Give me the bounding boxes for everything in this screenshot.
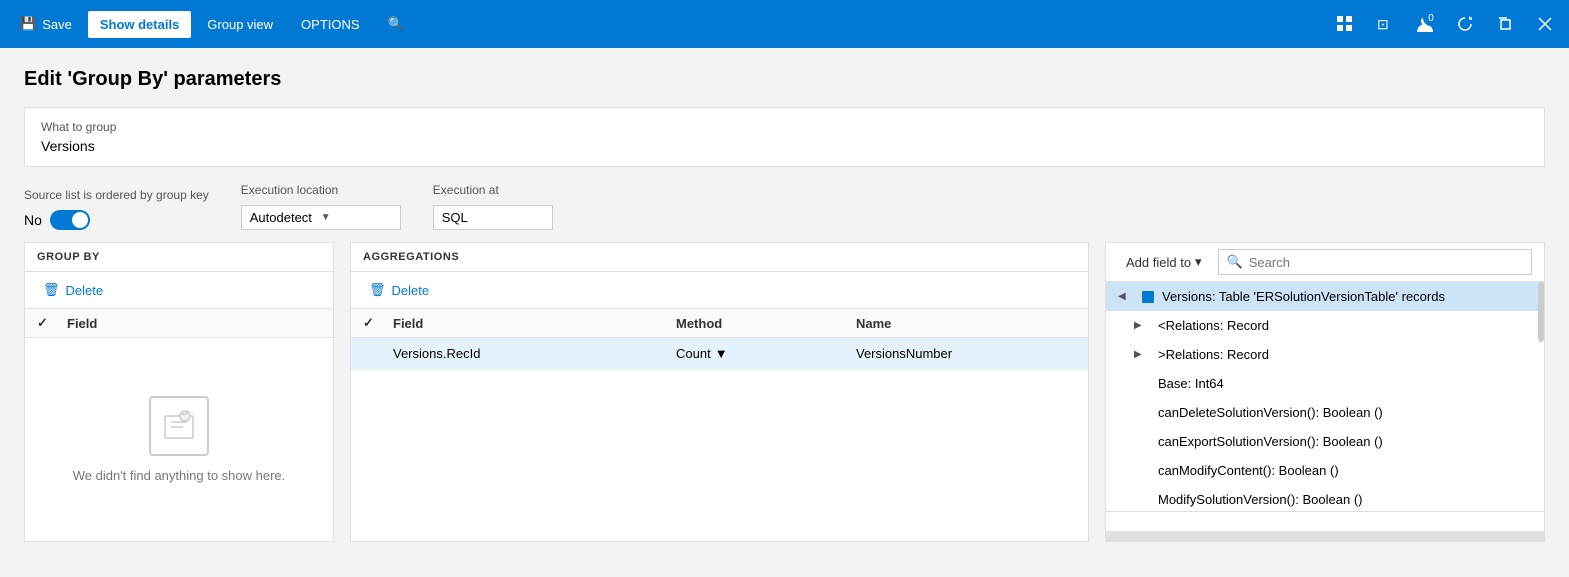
config-row: Source list is ordered by group key No E… <box>24 183 1545 230</box>
field-col-header: Field <box>67 316 321 331</box>
field-relations-lt-label: <Relations: Record <box>1158 318 1532 333</box>
expand-icon-2: ▶ <box>1134 349 1150 360</box>
field-canmodify-label: canModifyContent(): Boolean () <box>1158 463 1532 478</box>
field-list: ◀ Versions: Table 'ERSolutionVersionTabl… <box>1106 282 1544 512</box>
agg-name-col-header: Name <box>856 316 1076 331</box>
aggregations-col-headers: ✓ Field Method Name <box>351 309 1088 338</box>
execution-at-value: SQL <box>433 205 553 230</box>
search-button[interactable]: 🔍 <box>376 10 416 38</box>
execution-location-dropdown[interactable]: Autodetect ▼ <box>241 205 401 230</box>
scrollbar-thumb[interactable] <box>1538 282 1544 342</box>
what-to-group-section: What to group Versions <box>24 107 1545 167</box>
options-button[interactable]: OPTIONS <box>289 11 372 38</box>
group-by-toolbar: 🗑 Delete <box>25 272 333 309</box>
aggregations-delete-button[interactable]: 🗑 Delete <box>363 278 435 302</box>
field-item-canmodify[interactable]: canModifyContent(): Boolean () <box>1106 456 1544 485</box>
collapse-icon: ◀ <box>1118 291 1134 302</box>
group-by-delete-button[interactable]: 🗑 Delete <box>37 278 109 302</box>
grid-icon[interactable] <box>1329 8 1361 40</box>
search-input[interactable] <box>1249 255 1523 270</box>
field-candelete-label: canDeleteSolutionVersion(): Boolean () <box>1158 405 1532 420</box>
field-relations-gt-label: >Relations: Record <box>1158 347 1532 362</box>
group-by-col-headers: ✓ Field <box>25 309 333 338</box>
field-canexport-label: canExportSolutionVersion(): Boolean () <box>1158 434 1532 449</box>
show-details-button[interactable]: Show details <box>88 11 191 38</box>
search-box: 🔍 <box>1218 249 1532 275</box>
source-list-toggle[interactable] <box>50 210 90 230</box>
title-bar: 💾 Save Show details Group view OPTIONS 🔍… <box>0 0 1569 48</box>
expand-icon-1: ▶ <box>1134 320 1150 331</box>
aggregations-panel: AGGREGATIONS 🗑 Delete ✓ Field Method Nam… <box>350 242 1089 542</box>
field-versions-label: Versions: Table 'ERSolutionVersionTable'… <box>1162 289 1532 304</box>
close-icon[interactable] <box>1529 8 1561 40</box>
search-icon: 🔍 <box>388 16 404 32</box>
execution-location-label: Execution location <box>241 183 401 197</box>
empty-icon <box>149 396 209 456</box>
field-base-label: Base: Int64 <box>1158 376 1532 391</box>
field-item-base[interactable]: Base: Int64 <box>1106 369 1544 398</box>
field-item-versions[interactable]: ◀ Versions: Table 'ERSolutionVersionTabl… <box>1106 282 1544 311</box>
agg-field-col-header: Field <box>393 316 676 331</box>
group-by-header: GROUP BY <box>25 243 333 272</box>
source-list-label: Source list is ordered by group key <box>24 188 209 202</box>
source-list-group: Source list is ordered by group key No <box>24 188 209 230</box>
toggle-container: No <box>24 210 209 230</box>
empty-state-text: We didn't find anything to show here. <box>73 468 286 483</box>
field-item-relations-gt[interactable]: ▶ >Relations: Record <box>1106 340 1544 369</box>
trash-icon-2: 🗑 <box>369 282 386 298</box>
restore-icon[interactable] <box>1489 8 1521 40</box>
field-item-modifysolution[interactable]: ModifySolutionVersion(): Boolean () <box>1106 485 1544 512</box>
user-icon[interactable]: 0 <box>1409 8 1441 40</box>
table-icon <box>1142 291 1154 303</box>
what-to-group-value: Versions <box>41 138 1528 154</box>
field-picker-panel: Add field to ▾ 🔍 ◀ Versions: Table 'ERSo… <box>1105 242 1545 542</box>
aggregation-row[interactable]: Versions.RecId Count ▼ VersionsNumber <box>351 338 1088 370</box>
group-view-button[interactable]: Group view <box>195 11 285 38</box>
execution-location-group: Execution location Autodetect ▼ <box>241 183 401 230</box>
execution-at-label: Execution at <box>433 183 553 197</box>
toggle-no-label: No <box>24 212 42 228</box>
what-to-group-label: What to group <box>41 120 1528 134</box>
execution-at-group: Execution at SQL <box>433 183 553 230</box>
save-button[interactable]: 💾 Save <box>8 10 84 38</box>
horizontal-scrollbar[interactable] <box>1106 531 1544 541</box>
field-item-candelete[interactable]: canDeleteSolutionVersion(): Boolean () <box>1106 398 1544 427</box>
page-title: Edit 'Group By' parameters <box>24 68 1545 91</box>
check-col: ✓ <box>37 315 67 331</box>
add-field-chevron-icon: ▾ <box>1195 254 1202 270</box>
method-dropdown-arrow[interactable]: ▼ <box>715 346 728 361</box>
group-by-panel: GROUP BY 🗑 Delete ✓ Field <box>24 242 334 542</box>
group-by-empty-state: We didn't find anything to show here. <box>25 338 333 541</box>
main-content: Edit 'Group By' parameters What to group… <box>0 48 1569 577</box>
notification-badge: 0 <box>1423 10 1439 26</box>
row-method: Count ▼ <box>676 346 856 361</box>
trash-icon: 🗑 <box>43 282 60 298</box>
add-field-button[interactable]: Add field to ▾ <box>1118 250 1210 274</box>
panels-row: GROUP BY 🗑 Delete ✓ Field <box>24 242 1545 542</box>
field-list-wrapper: ◀ Versions: Table 'ERSolutionVersionTabl… <box>1106 282 1544 531</box>
office-icon[interactable]: ⊡ <box>1369 8 1401 40</box>
field-picker-toolbar: Add field to ▾ 🔍 <box>1106 243 1544 282</box>
field-item-canexport[interactable]: canExportSolutionVersion(): Boolean () <box>1106 427 1544 456</box>
row-name: VersionsNumber <box>856 346 1076 361</box>
aggregations-header: AGGREGATIONS <box>351 243 1088 272</box>
agg-method-col-header: Method <box>676 316 856 331</box>
row-field: Versions.RecId <box>393 346 676 361</box>
dropdown-arrow-icon: ▼ <box>321 212 392 223</box>
save-icon: 💾 <box>20 16 36 32</box>
field-modifysolution-label: ModifySolutionVersion(): Boolean () <box>1158 492 1532 507</box>
svg-text:⊡: ⊡ <box>1377 16 1389 32</box>
refresh-icon[interactable] <box>1449 8 1481 40</box>
field-item-relations-lt[interactable]: ▶ <Relations: Record <box>1106 311 1544 340</box>
search-icon-2: 🔍 <box>1227 254 1243 270</box>
aggregations-toolbar: 🗑 Delete <box>351 272 1088 309</box>
agg-check-col: ✓ <box>363 315 393 331</box>
toggle-knob <box>72 212 88 228</box>
